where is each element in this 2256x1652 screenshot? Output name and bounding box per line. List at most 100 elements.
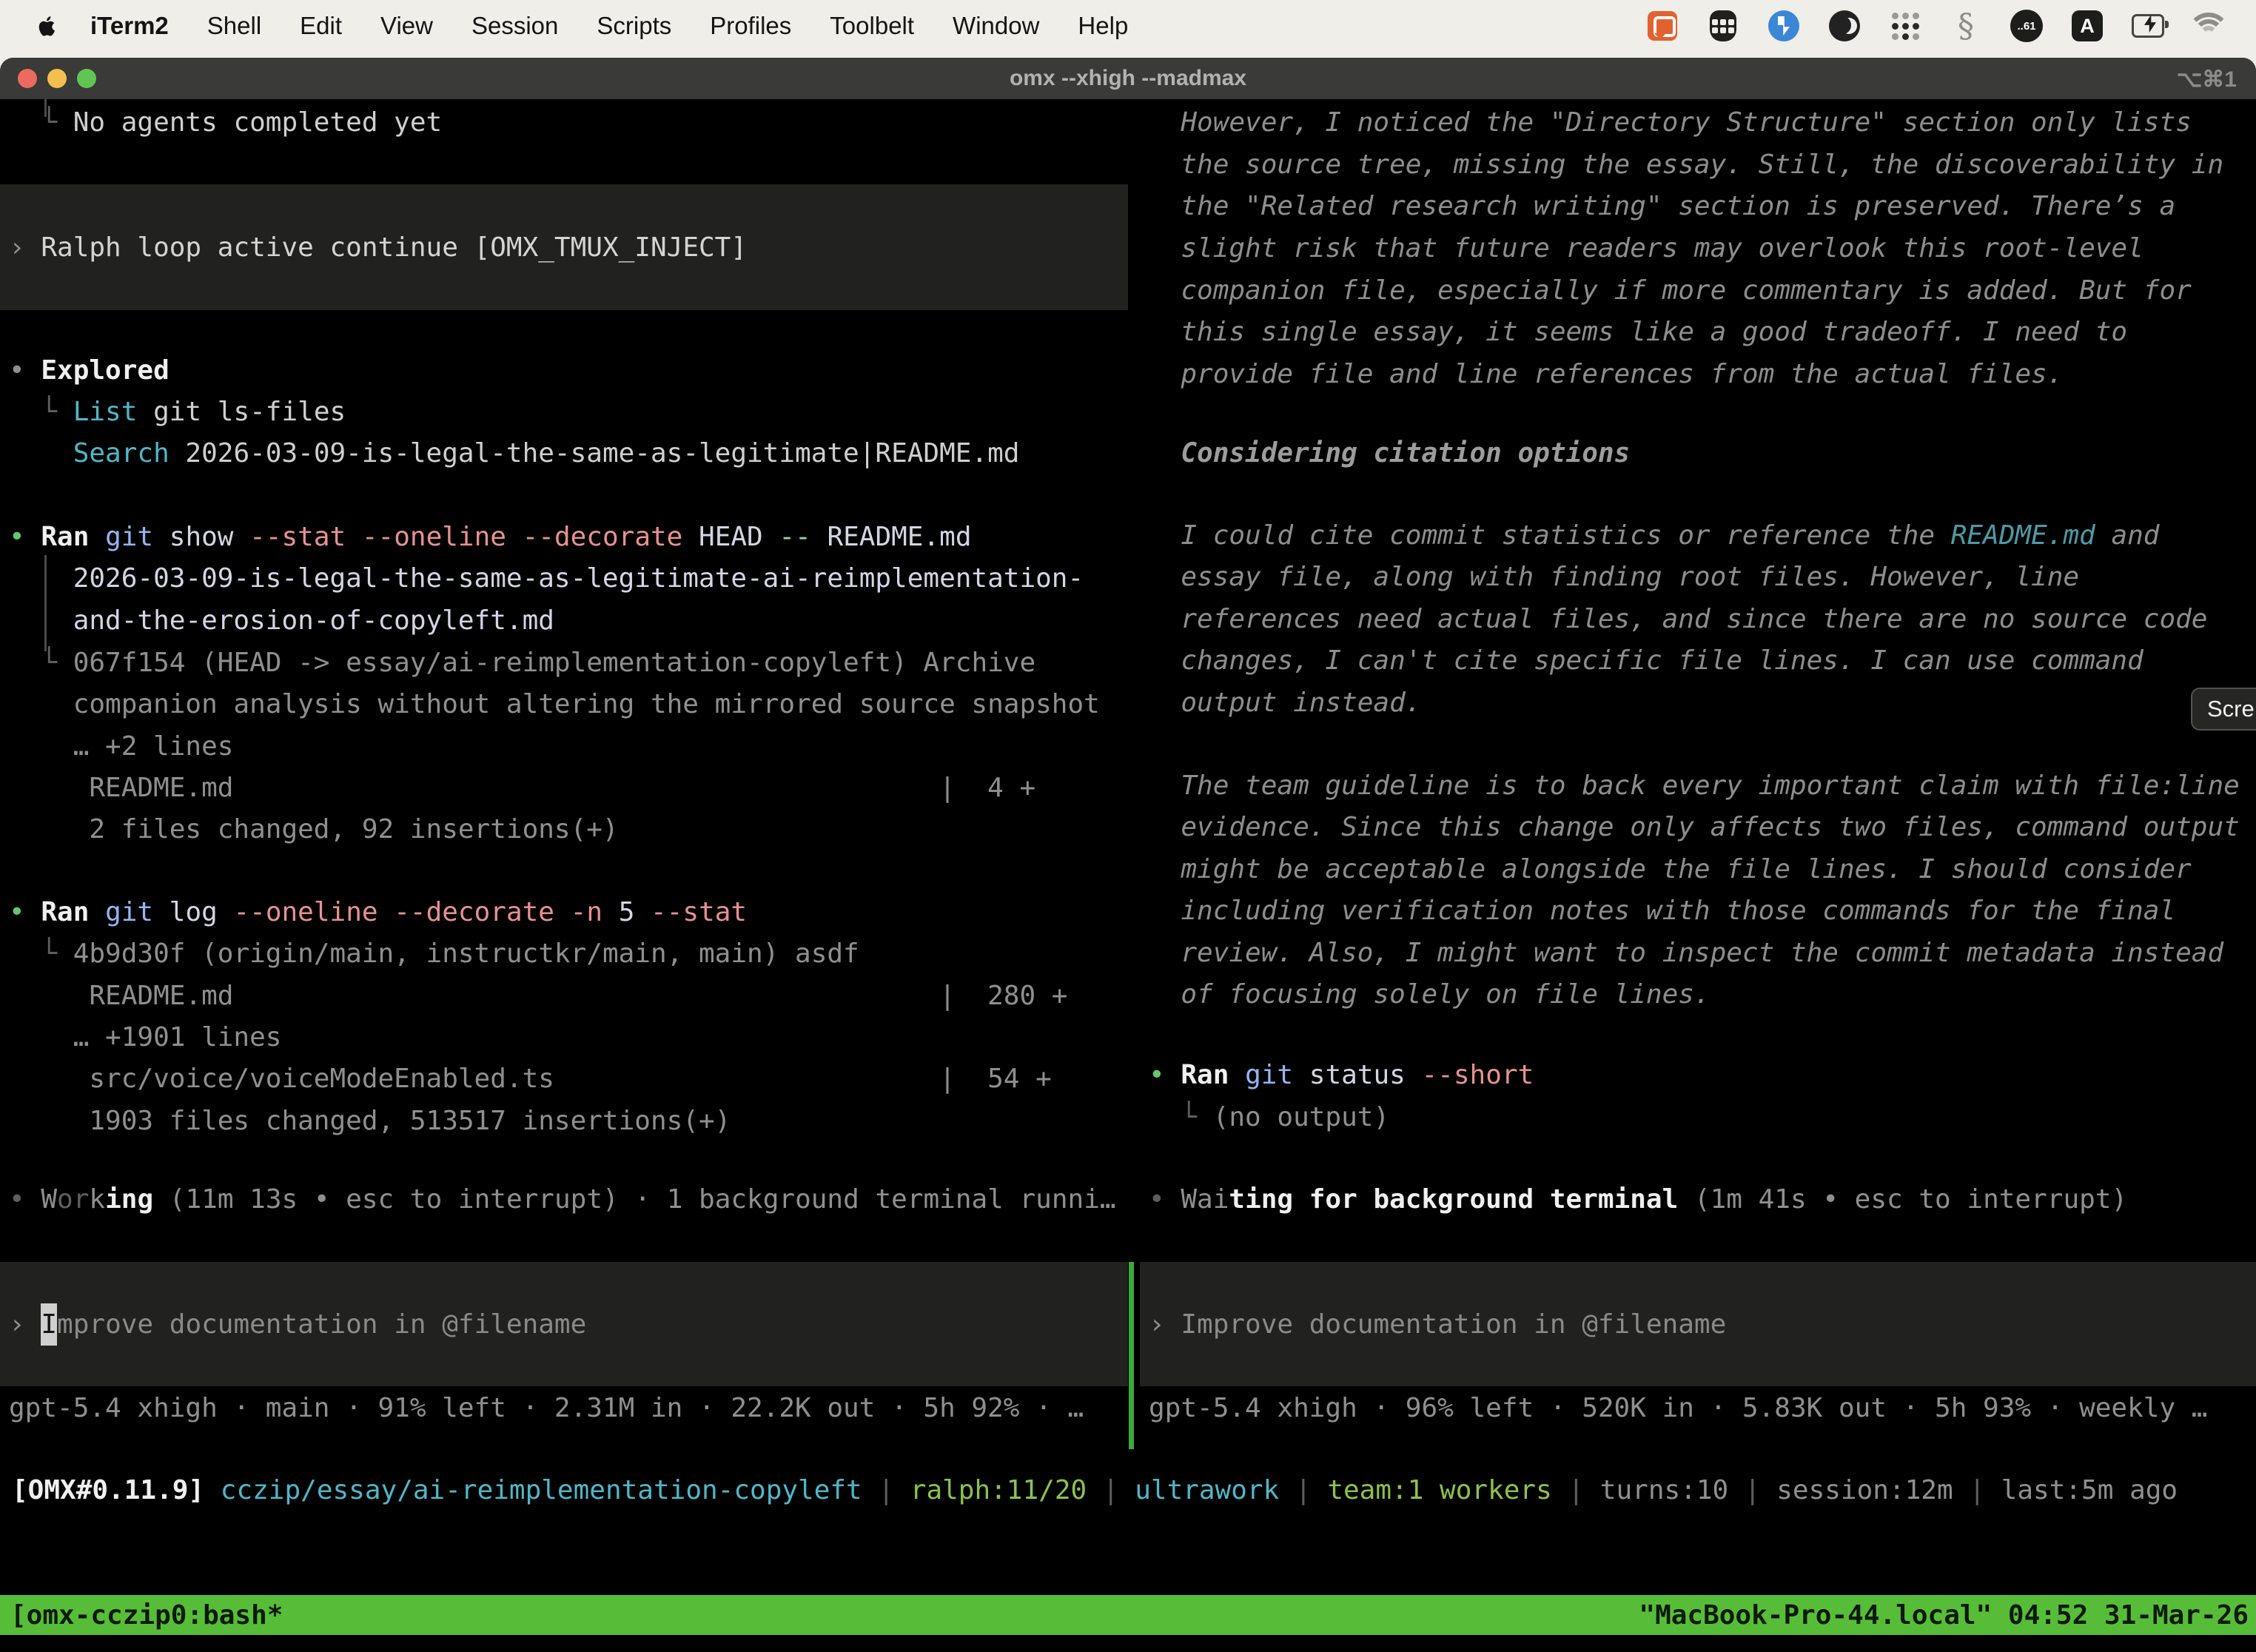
terminal-line: the source tree, missing the essay. Stil…: [1149, 144, 2223, 186]
text-segment: git: [105, 522, 153, 552]
text-segment: The team guideline is to back every impo…: [1149, 770, 2240, 801]
text-segment: 2 files changed, 92 insertions(+): [9, 814, 619, 845]
text-segment: Search: [73, 438, 169, 469]
menu-item-view[interactable]: View: [380, 12, 433, 40]
battery-icon[interactable]: [2132, 10, 2164, 42]
text-segment: --stat: [651, 897, 747, 927]
terminal-line: slight risk that future readers may over…: [1149, 227, 2143, 269]
menu-item-toolbelt[interactable]: Toolbelt: [830, 12, 914, 40]
text-segment: |: [1552, 1475, 1600, 1505]
dots-grid-icon[interactable]: [1889, 10, 1921, 42]
text-segment: ultrawork: [1135, 1475, 1279, 1505]
terminal-line: └ No agents completed yet: [9, 101, 442, 144]
blue-badge-icon[interactable]: [1767, 10, 1800, 42]
terminal-line: Search 2026-03-09-is-legal-the-same-as-l…: [9, 432, 1019, 474]
terminal-line: The team guideline is to back every impo…: [1149, 765, 2240, 807]
model-status-line: gpt-5.4 xhigh · main · 91% left · 2.31M …: [9, 1387, 1084, 1429]
text-segment: including verification notes with those …: [1149, 896, 2175, 926]
right-prompt-input[interactable]: › Improve documentation in @filename: [1140, 1262, 2256, 1386]
right-pane: However, I noticed the "Directory Struct…: [1140, 99, 2256, 1652]
battery-61-badge-icon[interactable]: ..61: [2010, 10, 2043, 42]
window-title-bar[interactable]: omx --xhigh --madmax ⌥⌘1: [0, 58, 2256, 99]
menu-item-shell[interactable]: Shell: [207, 12, 261, 40]
menu-item-help[interactable]: Help: [1078, 12, 1128, 40]
text-segment: •: [9, 1184, 41, 1215]
text-segment: Considering citation options: [1149, 438, 1630, 469]
prompt-placeholder: mprove documentation in @filename: [57, 1303, 586, 1346]
text-segment: |: [1953, 1475, 2001, 1505]
text-segment: [89, 522, 105, 552]
tooltip-label: Scre: [2207, 696, 2255, 722]
text-segment: (no output): [1213, 1102, 1389, 1132]
screen-recording-icon[interactable]: [1646, 10, 1679, 42]
text-segment: 067f154 (HEAD -> essay/ai-reimplementati…: [73, 648, 1035, 678]
text-segment: W: [41, 1184, 57, 1215]
text-segment: slight risk that future readers may over…: [1149, 233, 2143, 263]
text-segment: review. Also, I might want to inspect th…: [1149, 938, 2223, 968]
text-segment: [9, 438, 73, 469]
text-segment: show: [153, 522, 249, 552]
window-shortcut-badge: ⌥⌘1: [2177, 67, 2237, 93]
terminal-line: … +2 lines: [9, 725, 233, 768]
text-segment: and-the-erosion-of-copyleft.md: [9, 605, 554, 636]
menu-item-profiles[interactable]: Profiles: [710, 12, 791, 40]
text-segment: status: [1293, 1060, 1421, 1090]
shield-grid-icon[interactable]: [1707, 10, 1739, 42]
terminal-line: • Ran git log --oneline --decorate -n 5 …: [9, 891, 747, 933]
ralph-loop-banner[interactable]: › Ralph loop active continue [OMX_TMUX_I…: [0, 184, 1128, 310]
terminal-line: └ 067f154 (HEAD -> essay/ai-reimplementa…: [9, 642, 1035, 684]
text-segment: ing: [105, 1184, 153, 1215]
terminal-line: 2026-03-09-is-legal-the-same-as-legitima…: [9, 557, 1084, 600]
text-segment: git ls-files: [137, 397, 346, 427]
text-segment: --: [779, 522, 810, 552]
menu-item-session[interactable]: Session: [471, 12, 558, 40]
squiggle-icon[interactable]: §: [1950, 10, 1982, 42]
menu-item-window[interactable]: Window: [953, 12, 1039, 40]
menu-bar-status-icons: § ..61 A: [1646, 10, 2256, 42]
screen-button-tooltip[interactable]: Scre: [2191, 688, 2256, 731]
text-segment: -n: [571, 897, 602, 927]
terminal-line: └ (no output): [1149, 1096, 1389, 1138]
menu-item-edit[interactable]: Edit: [300, 12, 342, 40]
prompt-chevron: ›: [9, 226, 41, 269]
menu-item-iterm2[interactable]: iTerm2: [90, 12, 169, 40]
text-segment: … +2 lines: [9, 731, 233, 762]
terminal-line: this single essay, it seems like a good …: [1149, 311, 2127, 353]
moon-icon[interactable]: [1828, 10, 1861, 42]
text-segment: [OMX#0.11.9]: [12, 1475, 204, 1505]
terminal-line: 2 files changed, 92 insertions(+): [9, 808, 619, 850]
apple-menu-icon[interactable]: [34, 11, 61, 41]
terminal-content: └ No agents completed yet• Explored └ Li…: [0, 99, 2256, 1652]
text-segment: I could cite commit statistics or refere…: [1149, 520, 1951, 551]
text-segment: last:5m ago: [2001, 1475, 2178, 1505]
terminal-line: might be acceptable alongside the file l…: [1149, 848, 2192, 890]
text-segment: --short: [1422, 1060, 1534, 1090]
text-segment: might be acceptable alongside the file l…: [1149, 854, 2192, 884]
apple-logo: [34, 12, 59, 40]
text-segment: session:12m: [1776, 1475, 1953, 1505]
omx-status-bar: [OMX#0.11.9] cczip/essay/ai-reimplementa…: [12, 1469, 2178, 1511]
terminal-line: essay file, along with finding root file…: [1149, 556, 2079, 598]
input-source-a-icon[interactable]: A: [2071, 10, 2104, 42]
terminal-line: README.md | 280 +: [9, 975, 1067, 1017]
left-prompt-input[interactable]: › Improve documentation in @filename: [0, 1262, 1128, 1386]
text-segment: (11m 13s • esc to interrupt) · 1 backgro…: [153, 1184, 1115, 1215]
loop-status-text: Ralph loop active continue [OMX_TMUX_INJ…: [41, 226, 747, 269]
text-segment: |: [1279, 1475, 1327, 1505]
text-segment: or: [57, 1184, 89, 1215]
prompt-chevron: ›: [9, 1303, 41, 1346]
terminal-line: README.md | 4 +: [9, 767, 1035, 809]
window-title: omx --xhigh --madmax: [0, 66, 2256, 91]
terminal-line: • Waiting for background terminal (1m 41…: [1149, 1178, 2127, 1220]
text-segment: essay file, along with finding root file…: [1149, 562, 2079, 592]
terminal-line: review. Also, I might want to inspect th…: [1149, 932, 2223, 974]
terminal-line: … +1901 lines: [9, 1016, 281, 1058]
terminal-line: provide file and line references from th…: [1149, 353, 2063, 395]
text-segment: •: [9, 522, 41, 552]
text-segment: └: [9, 397, 73, 427]
text-segment: git: [1245, 1060, 1293, 1090]
text-segment: git: [105, 897, 153, 927]
menu-item-scripts[interactable]: Scripts: [597, 12, 671, 40]
text-segment: [554, 897, 571, 927]
wifi-icon[interactable]: [2192, 10, 2225, 42]
